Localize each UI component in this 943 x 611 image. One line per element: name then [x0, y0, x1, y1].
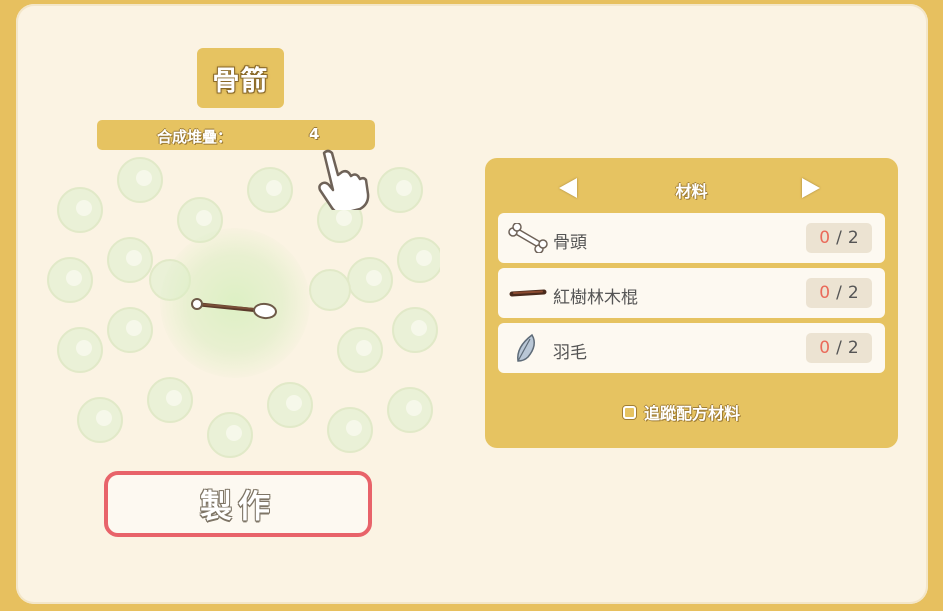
material-separator: / [836, 338, 842, 358]
material-need: 2 [847, 338, 859, 358]
craft-button-label: 製作 [199, 487, 276, 525]
material-name: 羽毛 [553, 343, 587, 363]
feather-icon [517, 333, 535, 362]
material-count: 0 / 2 [806, 333, 872, 363]
triangle-right-icon[interactable] [802, 178, 820, 198]
bone-arrow-icon [191, 298, 277, 320]
material-separator: / [836, 228, 842, 248]
track-label: 追蹤配方材料 [644, 404, 741, 423]
item-title-box: 骨箭 [197, 48, 284, 108]
craft-button[interactable]: 製作 [104, 471, 372, 537]
item-title: 骨箭 [212, 65, 269, 97]
material-have: 0 [819, 283, 831, 303]
material-count: 0 / 2 [806, 278, 872, 308]
pointer-hand-icon [318, 149, 370, 210]
material-need: 2 [847, 283, 859, 303]
stack-value: 4 [309, 125, 320, 143]
track-checkbox[interactable] [623, 405, 636, 419]
materials-title: 材料 [675, 182, 708, 201]
material-have: 0 [819, 228, 831, 248]
stick-icon [509, 289, 547, 297]
material-need: 2 [847, 228, 859, 248]
material-row: 羽毛 0 / 2 [498, 323, 885, 373]
material-count: 0 / 2 [806, 223, 872, 253]
material-row: 紅樹林木棍 0 / 2 [498, 268, 885, 318]
material-name: 骨頭 [553, 233, 587, 253]
material-have: 0 [819, 338, 831, 358]
track-recipe-toggle[interactable]: 追蹤配方材料 [623, 400, 740, 424]
material-name: 紅樹林木棍 [553, 288, 638, 308]
material-separator: / [836, 283, 842, 303]
materials-panel: 材料 骨頭 0 / 2 紅樹林木棍 0 / 2 羽毛 0 / 2 追蹤配方材料 [485, 158, 898, 448]
material-row: 骨頭 0 / 2 [498, 213, 885, 263]
stack-label: 合成堆疊： [157, 128, 233, 146]
materials-header: 材料 [485, 172, 898, 206]
bone-icon [508, 223, 548, 253]
